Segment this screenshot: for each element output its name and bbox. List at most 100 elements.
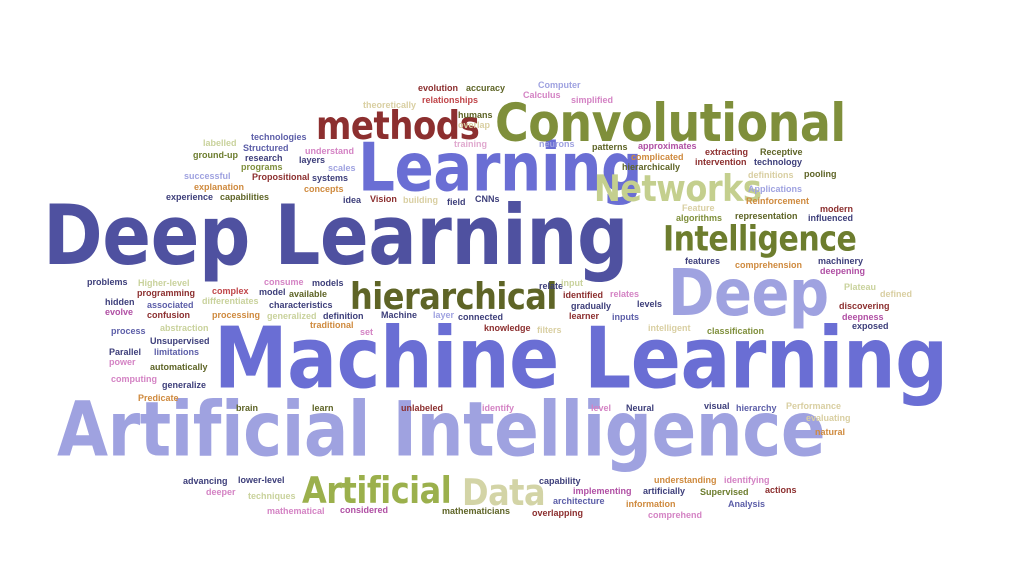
cloud-word: evaluating: [806, 413, 851, 423]
cloud-word: unlabeled: [401, 403, 444, 413]
cloud-word: available: [289, 289, 328, 299]
cloud-word: abstraction: [160, 323, 209, 333]
cloud-word: successful: [184, 171, 231, 181]
cloud-word: lower-level: [238, 475, 285, 485]
cloud-word: models: [312, 278, 344, 288]
cloud-word: theoretically: [363, 100, 417, 110]
cloud-word: hidden: [105, 297, 135, 307]
cloud-word: visual: [704, 401, 730, 411]
cloud-word: extracting: [705, 147, 749, 157]
cloud-word: evolve: [105, 307, 134, 317]
cloud-word: learn: [312, 403, 334, 413]
cloud-word: Networks: [594, 166, 762, 211]
cloud-word: idea: [343, 195, 362, 205]
cloud-word: advancing: [183, 476, 228, 486]
cloud-word: input: [561, 278, 583, 288]
cloud-word: model: [259, 287, 286, 297]
cloud-word: layers: [299, 155, 326, 165]
cloud-word: techniques: [248, 491, 296, 501]
cloud-word: systems: [312, 173, 349, 183]
cloud-word: Predicate: [138, 393, 179, 403]
cloud-word: learner: [569, 311, 600, 321]
cloud-word: hierarchically: [622, 162, 681, 172]
cloud-word: inputs: [612, 312, 639, 322]
cloud-word: representation: [735, 211, 798, 221]
cloud-word: technology: [754, 157, 803, 167]
cloud-word: deepening: [820, 266, 866, 276]
cloud-word: comprehend: [648, 510, 703, 520]
cloud-word: level: [591, 403, 612, 413]
cloud-word: actions: [765, 485, 797, 495]
cloud-word: definitions: [748, 170, 794, 180]
cloud-word: patterns: [592, 142, 628, 152]
cloud-word: levels: [637, 299, 663, 309]
cloud-word: connected: [458, 312, 504, 322]
cloud-word: Plateau: [844, 282, 877, 292]
cloud-word: considered: [340, 505, 389, 515]
cloud-word: exposed: [852, 321, 889, 331]
cloud-word: classification: [707, 326, 765, 336]
cloud-word: pooling: [804, 169, 837, 179]
cloud-word: Calculus: [523, 90, 561, 100]
cloud-word: experience: [166, 192, 214, 202]
cloud-word: understanding: [654, 475, 717, 485]
cloud-word: simplified: [571, 95, 614, 105]
cloud-word: intelligent: [648, 323, 691, 333]
cloud-word: concepts: [304, 184, 344, 194]
cloud-word: hierarchy: [736, 403, 777, 413]
cloud-word: comprehension: [735, 260, 803, 270]
cloud-word: implementing: [573, 486, 632, 496]
cloud-word: Parallel: [109, 347, 142, 357]
cloud-word: filters: [537, 325, 562, 335]
cloud-word: identified: [563, 290, 603, 300]
cloud-word: identify: [482, 403, 515, 413]
cloud-word: automatically: [150, 362, 208, 372]
cloud-word: identifying: [724, 475, 770, 485]
word-cloud: Deep Learning Machine Learning Artificial …: [0, 0, 1021, 580]
cloud-word: Machine: [381, 310, 418, 320]
cloud-word: intervention: [695, 157, 747, 167]
cloud-word: Propositional: [252, 172, 310, 182]
cloud-word: natural: [815, 427, 846, 437]
cloud-word: Receptive: [760, 147, 803, 157]
cloud-word: differentiates: [202, 296, 259, 306]
cloud-word: gradually: [571, 301, 612, 311]
cloud-word: overlapping: [532, 508, 584, 518]
cloud-word: characteristics: [269, 300, 333, 310]
cloud-word: humans: [458, 110, 493, 120]
cloud-word: scales: [328, 163, 356, 173]
cloud-word: Supervised: [700, 487, 749, 497]
cloud-word: Unsupervised: [150, 336, 210, 346]
cloud-word: processing: [212, 310, 261, 320]
cloud-word: mathematical: [267, 506, 325, 516]
cloud-word: relate: [539, 281, 564, 291]
cloud-word: labelled: [203, 138, 237, 148]
cloud-word: explanation: [194, 182, 245, 192]
cloud-word: features: [685, 256, 721, 266]
cloud-word: process: [111, 326, 146, 336]
cloud-word: consume: [264, 277, 304, 287]
cloud-word: field: [447, 197, 466, 207]
cloud-word: algorithms: [676, 213, 723, 223]
cloud-word: programs: [241, 162, 283, 172]
cloud-word: neurons: [539, 139, 575, 149]
cloud-word: confusion: [147, 310, 190, 320]
cloud-word: information: [626, 499, 676, 509]
cloud-word: CNNs: [475, 194, 500, 204]
cloud-word: defined: [880, 289, 913, 299]
cloud-word: Reinforcement: [746, 196, 810, 206]
cloud-word: associated: [147, 300, 194, 310]
cloud-word: Performance: [786, 401, 842, 411]
cloud-word: approximates: [638, 141, 697, 151]
cloud-word: traditional: [310, 320, 354, 330]
cloud-word: complex: [212, 286, 249, 296]
cloud-word: capability: [539, 476, 581, 486]
cloud-word: Analysis: [728, 499, 766, 509]
cloud-word: capabilities: [220, 192, 270, 202]
cloud-word: Intelligence: [663, 219, 857, 260]
cloud-word: accuracy: [466, 83, 506, 93]
cloud-word: relates: [610, 289, 640, 299]
cloud-word: ground-up: [193, 150, 238, 160]
cloud-word: artificially: [643, 486, 686, 496]
cloud-word: Structured: [243, 143, 289, 153]
